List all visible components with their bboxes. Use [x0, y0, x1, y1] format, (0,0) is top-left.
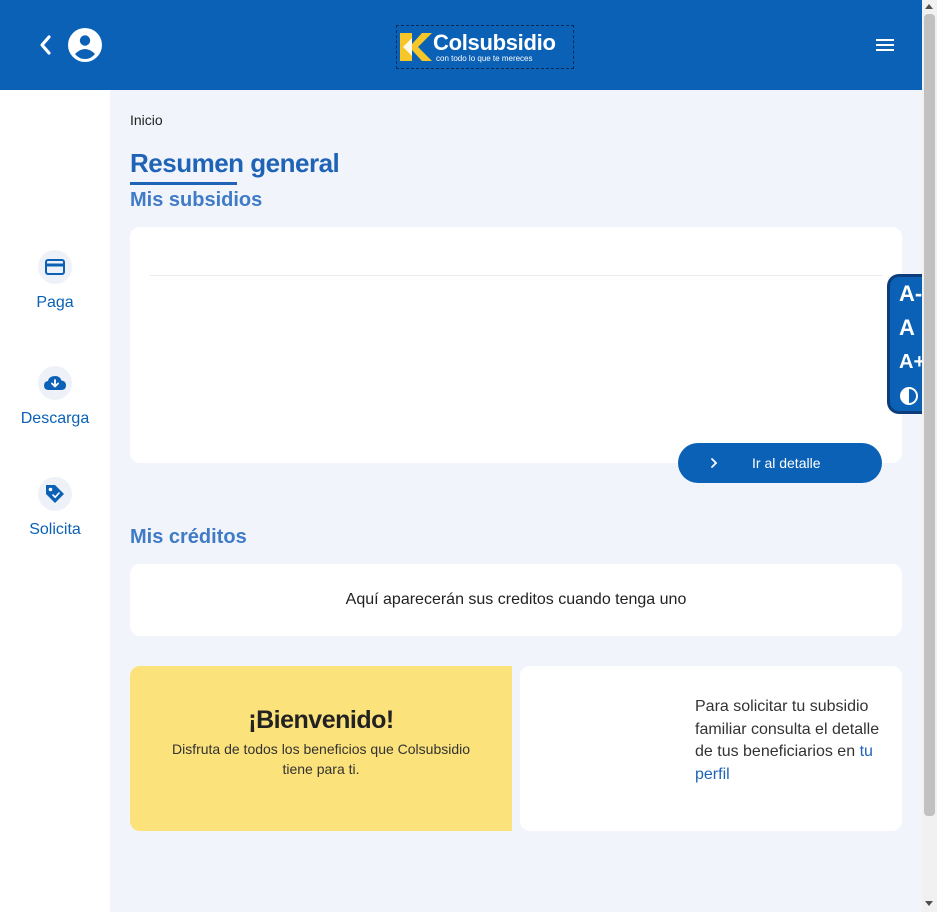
- scroll-up-arrow-icon[interactable]: [925, 4, 933, 9]
- creditos-card: Aquí aparecerán sus creditos cuando teng…: [130, 564, 902, 636]
- contrast-icon: [900, 387, 918, 405]
- sidebar-item-descarga[interactable]: Descarga: [0, 366, 110, 428]
- scroll-thumb[interactable]: [924, 14, 935, 816]
- top-header: Colsubsidio con todo lo que te mereces: [0, 0, 922, 90]
- detail-button-label: Ir al detalle: [752, 455, 821, 471]
- info-text: Para solicitar tu subsidio familiar cons…: [695, 696, 885, 786]
- welcome-banner: ¡Bienvenido! Disfruta de todos los benef…: [130, 666, 512, 831]
- logo-tagline: con todo lo que te mereces: [436, 53, 533, 63]
- credit-card-icon: [45, 259, 65, 275]
- chevron-right-icon: [711, 458, 718, 468]
- user-profile-button[interactable]: [67, 27, 103, 63]
- colsubsidio-logo[interactable]: Colsubsidio con todo lo que te mereces: [396, 25, 574, 69]
- title-underline: [130, 182, 237, 185]
- sidebar-item-solicita[interactable]: Solicita: [0, 477, 110, 539]
- menu-button[interactable]: [873, 36, 897, 54]
- page-scrollbar[interactable]: [922, 0, 937, 912]
- info-card: Para solicitar tu subsidio familiar cons…: [520, 666, 902, 831]
- sidebar-item-label: Descarga: [20, 410, 90, 427]
- creditos-empty-message: Aquí aparecerán sus creditos cuando teng…: [345, 591, 687, 608]
- welcome-title: ¡Bienvenido!: [248, 706, 394, 734]
- accessibility-toolbar: A- A A+: [887, 274, 927, 414]
- sidebar-item-paga[interactable]: Paga: [0, 250, 110, 312]
- breadcrumb[interactable]: Inicio: [130, 112, 163, 128]
- subsidios-title: Mis subsidios: [130, 189, 263, 211]
- info-message: Para solicitar tu subsidio familiar cons…: [695, 698, 880, 760]
- divider: [150, 275, 882, 276]
- sidebar-item-label: Solicita: [29, 521, 81, 538]
- cloud-download-icon: [44, 376, 66, 390]
- chevron-left-icon: [40, 35, 51, 55]
- subsidios-card: Ir al detalle: [130, 227, 902, 483]
- detail-button[interactable]: Ir al detalle: [678, 443, 882, 483]
- hamburger-menu-icon: [876, 39, 894, 51]
- logo-mark-icon: [400, 33, 432, 61]
- scroll-down-arrow-icon[interactable]: [925, 901, 933, 906]
- welcome-text: Disfruta de todos los beneficios que Col…: [171, 741, 471, 777]
- back-button[interactable]: [30, 30, 60, 60]
- page-title: Resumen general: [130, 148, 340, 178]
- creditos-title: Mis créditos: [130, 526, 247, 548]
- user-circle-icon: [68, 28, 102, 62]
- logo-name: Colsubsidio: [433, 29, 556, 55]
- sidebar: Paga Descarga Solicita: [0, 90, 110, 912]
- tag-icon: [46, 485, 64, 503]
- sidebar-item-label: Paga: [36, 294, 74, 311]
